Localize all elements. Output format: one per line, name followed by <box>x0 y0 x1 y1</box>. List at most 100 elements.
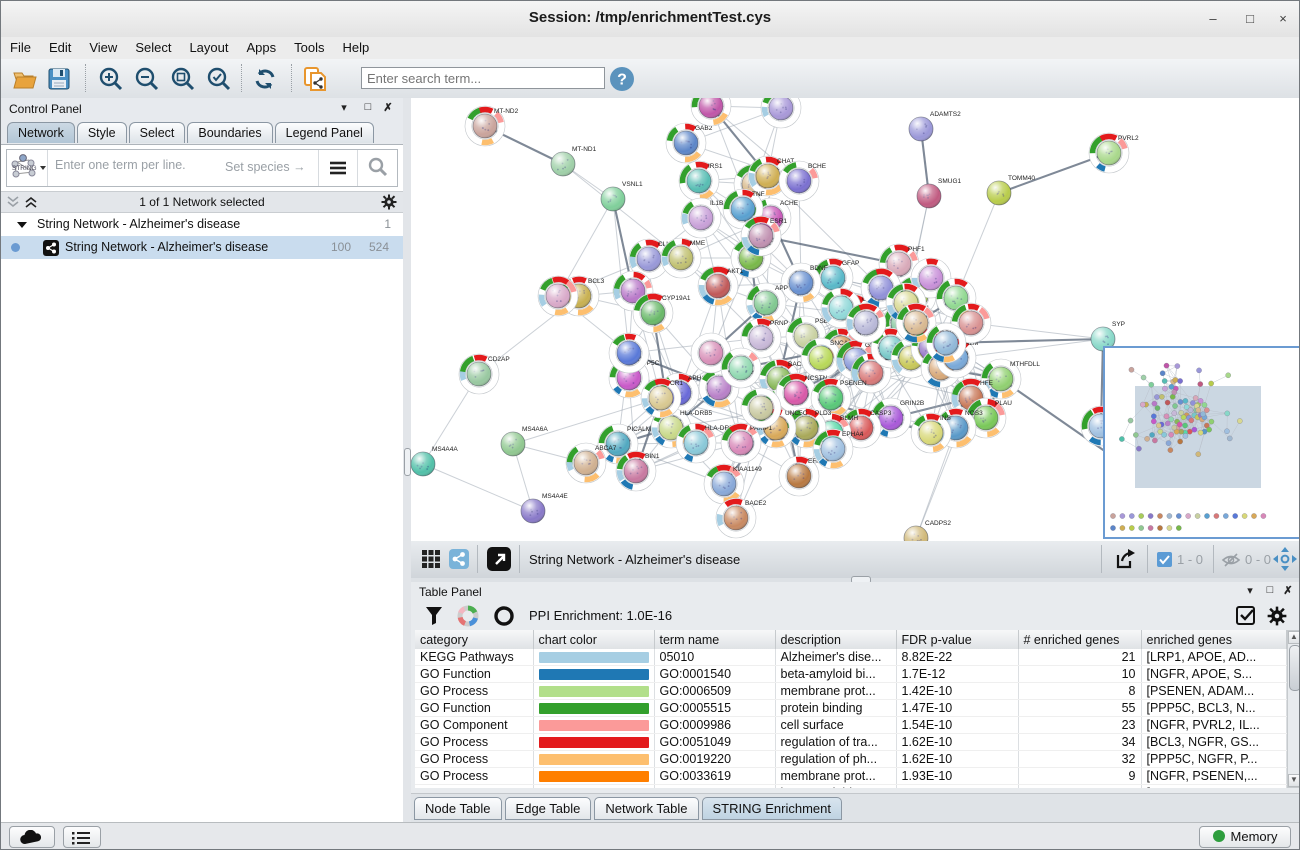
table-cell[interactable]: GO Function <box>415 700 533 717</box>
table-cell[interactable]: GO Process <box>415 785 533 789</box>
string-share-icon[interactable] <box>449 549 469 569</box>
birds-eye-view[interactable] <box>1103 346 1300 539</box>
tab-network-table[interactable]: Network Table <box>594 797 698 820</box>
table-cell[interactable]: [PSENEN, ADAM... <box>1141 683 1287 700</box>
table-row[interactable]: GO FunctionGO:0005515protein binding1.47… <box>415 700 1287 717</box>
table-cell[interactable]: 7 <box>1018 785 1141 789</box>
table-cell[interactable]: [IDE, KIAA1149... <box>1141 785 1287 789</box>
table-cell[interactable]: [PPP5C, NGFR, P... <box>1141 751 1287 768</box>
scroll-up-icon[interactable]: ▲ <box>1288 631 1300 644</box>
birds-eye-toggle-icon[interactable] <box>1273 547 1297 571</box>
network-node[interactable]: BDNF <box>781 263 828 303</box>
table-row[interactable]: KEGG Pathways05010Alzheimer's dise...8.8… <box>415 649 1287 666</box>
network-node[interactable] <box>609 333 649 373</box>
column-header[interactable]: chart color <box>533 630 654 650</box>
table-cell[interactable]: GO:0006509 <box>654 683 775 700</box>
table-row[interactable]: GO FunctionGO:0001540beta-amyloid bi...1… <box>415 666 1287 683</box>
table-cell[interactable]: 2.07E-10 <box>896 785 1018 789</box>
minimize-button[interactable]: – <box>1205 11 1221 27</box>
network-node[interactable]: MS4A4E <box>521 493 568 523</box>
string-logo-icon[interactable]: STRING <box>7 150 48 186</box>
column-header[interactable]: enriched genes <box>1141 630 1287 650</box>
table-cell[interactable]: Alzheimer's dise... <box>775 649 896 666</box>
table-cell[interactable]: protein binding <box>775 700 896 717</box>
network-node[interactable] <box>926 323 966 363</box>
network-node[interactable] <box>761 98 801 128</box>
table-cell[interactable]: [PPP5C, BCL3, N... <box>1141 700 1287 717</box>
tab-boundaries[interactable]: Boundaries <box>187 122 272 143</box>
network-node[interactable] <box>538 276 578 316</box>
network-node[interactable] <box>741 388 781 428</box>
table-cell[interactable]: GO:0051049 <box>654 734 775 751</box>
table-cell[interactable]: cell surface <box>775 717 896 734</box>
network-node[interactable]: AKT1 <box>698 266 744 306</box>
chart-color-cell[interactable] <box>533 683 654 700</box>
network-node[interactable]: APP <box>746 283 788 323</box>
network-node[interactable] <box>846 303 886 343</box>
open-in-window-icon[interactable] <box>487 547 511 571</box>
panel-close-icon[interactable]: ✗ <box>1281 584 1295 597</box>
network-edge[interactable] <box>423 464 533 511</box>
table-cell[interactable]: GO:0001540 <box>654 666 775 683</box>
chart-color-cell[interactable] <box>533 649 654 666</box>
zoom-out-icon[interactable] <box>133 65 161 93</box>
tab-network[interactable]: Network <box>7 122 75 143</box>
table-row[interactable]: GO ProcessGO:0051049regulation of tra...… <box>415 734 1287 751</box>
close-button[interactable]: × <box>1275 11 1291 27</box>
network-node[interactable]: BIN1 <box>616 451 660 491</box>
column-header[interactable]: term name <box>654 630 775 650</box>
network-node[interactable]: VSNL1 <box>601 181 643 211</box>
chart-color-cell[interactable] <box>533 768 654 785</box>
table-cell[interactable]: 1.62E-10 <box>896 734 1018 751</box>
table-cell[interactable]: 1.42E-10 <box>896 683 1018 700</box>
table-cell[interactable]: beta-amyloid m... <box>775 785 896 789</box>
table-settings-gear-icon[interactable] <box>1267 606 1287 626</box>
tab-legend-panel[interactable]: Legend Panel <box>275 122 374 143</box>
table-cell[interactable]: [NGFR, PSENEN,... <box>1141 768 1287 785</box>
column-header[interactable]: category <box>415 630 533 650</box>
table-cell[interactable]: GO Component <box>415 717 533 734</box>
chart-color-cell[interactable] <box>533 734 654 751</box>
ring-chart-icon[interactable] <box>493 605 515 627</box>
table-cell[interactable]: beta-amyloid bi... <box>775 666 896 683</box>
menu-tools[interactable]: Tools <box>285 37 333 55</box>
network-node[interactable]: PVRL2 <box>1089 133 1139 173</box>
string-search-icon[interactable] <box>357 150 397 186</box>
column-header[interactable]: FDR p-value <box>896 630 1018 650</box>
network-node[interactable]: MT-ND2 <box>465 106 519 146</box>
table-scrollbar[interactable]: ▲ ▼ <box>1287 630 1300 788</box>
table-cell[interactable]: [BCL3, NGFR, GS... <box>1141 734 1287 751</box>
table-cell[interactable]: GO Function <box>415 666 533 683</box>
selected-nodes-checkbox-icon[interactable] <box>1157 552 1172 567</box>
table-cell[interactable]: [NGFR, APOE, S... <box>1141 666 1287 683</box>
panel-close-icon[interactable]: ✗ <box>381 101 395 114</box>
tab-string-enrichment[interactable]: STRING Enrichment <box>702 797 842 820</box>
column-header[interactable]: # enriched genes <box>1018 630 1141 650</box>
table-cell[interactable]: GO:0033619 <box>654 768 775 785</box>
table-cell[interactable]: 8.82E-22 <box>896 649 1018 666</box>
enrichment-table-body[interactable]: KEGG Pathways05010Alzheimer's dise...8.8… <box>415 649 1287 788</box>
table-row[interactable]: GO ComponentGO:0009986cell surface1.54E-… <box>415 717 1287 734</box>
tab-style[interactable]: Style <box>77 122 127 143</box>
refresh-icon[interactable] <box>251 65 279 93</box>
chart-color-cell[interactable] <box>533 785 654 789</box>
table-cell[interactable]: regulation of tra... <box>775 734 896 751</box>
string-term-input[interactable] <box>53 157 217 173</box>
network-node[interactable]: ADAMTS2 <box>909 111 961 141</box>
column-header[interactable]: description <box>775 630 896 650</box>
tree-expand-icon[interactable] <box>17 221 27 229</box>
network-node[interactable] <box>951 303 991 343</box>
automation-cloud-button[interactable] <box>9 826 55 848</box>
network-node[interactable]: CADPS2 <box>904 520 951 541</box>
network-node[interactable]: CD2AP <box>459 354 510 394</box>
table-cell[interactable]: 55 <box>1018 700 1141 717</box>
menu-select[interactable]: Select <box>126 37 180 55</box>
menu-layout[interactable]: Layout <box>180 37 237 55</box>
chart-color-cell[interactable] <box>533 717 654 734</box>
network-node[interactable]: ABCA7 <box>566 443 617 483</box>
zoom-in-icon[interactable] <box>97 65 125 93</box>
network-node[interactable]: ESR1 <box>741 216 787 256</box>
scroll-down-icon[interactable]: ▼ <box>1288 774 1300 787</box>
table-cell[interactable]: GO:0050435 <box>654 785 775 789</box>
panel-float-icon[interactable]: □ <box>361 101 375 113</box>
